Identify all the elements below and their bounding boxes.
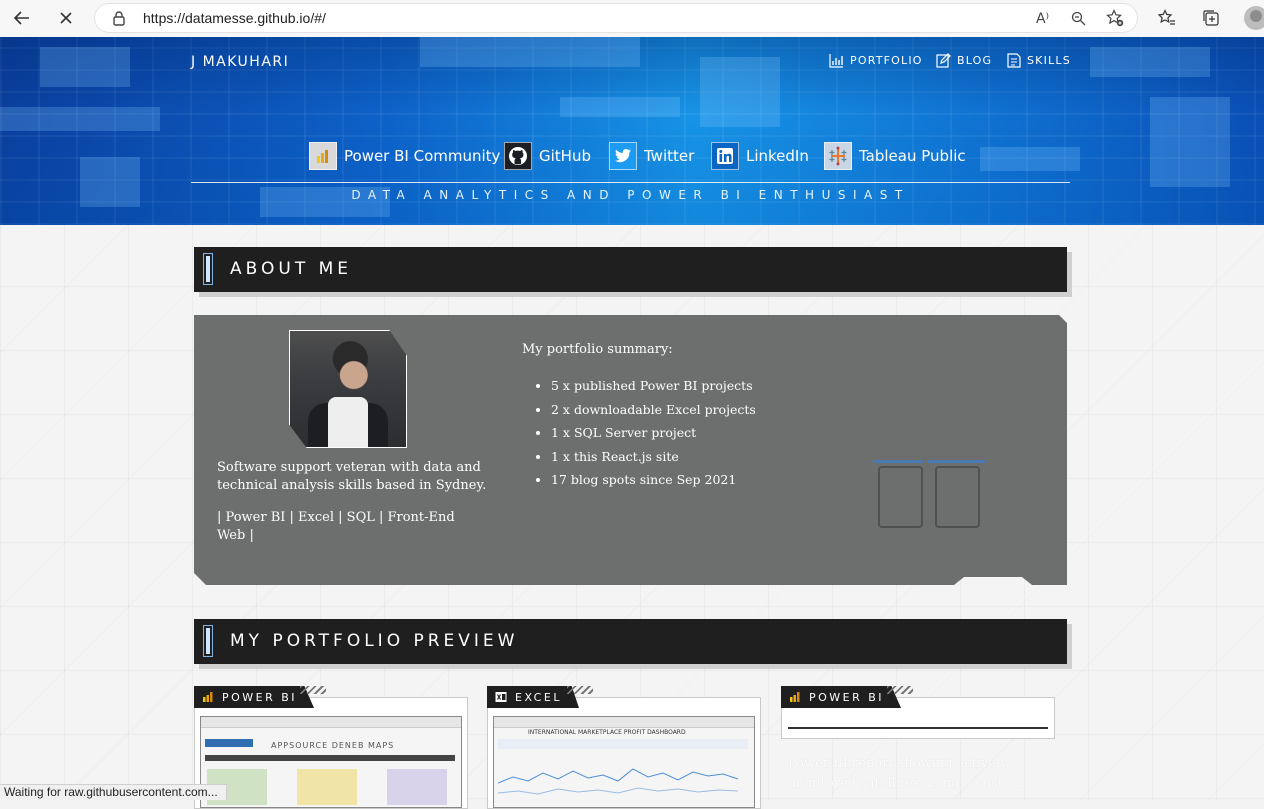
social-link-github[interactable]: GitHub	[504, 142, 591, 170]
chart-icon	[829, 54, 843, 68]
preview-title: INTERNATIONAL MARKETPLACE PROFIT DASHBOA…	[528, 729, 686, 736]
social-label: Power BI Community	[344, 147, 501, 165]
close-icon	[60, 12, 72, 24]
github-icon	[504, 142, 532, 170]
skills-text: | Power BI | Excel | SQL | Front-End Web…	[217, 510, 455, 543]
social-label: Twitter	[644, 147, 695, 165]
stop-loading-button[interactable]	[52, 4, 80, 32]
favorites-icon[interactable]	[1155, 6, 1179, 30]
summary-list: 5 x published Power BI projects 2 x down…	[522, 374, 756, 492]
social-label: GitHub	[539, 147, 591, 165]
zoom-icon[interactable]	[1071, 11, 1086, 26]
card-tag-excel: EXCEL	[487, 686, 579, 708]
profile-avatar[interactable]	[1244, 6, 1264, 30]
nav-blog[interactable]: BLOG	[936, 53, 992, 68]
powerbi-icon	[309, 142, 337, 170]
loading-decoration	[873, 460, 985, 528]
excel-icon	[495, 692, 507, 702]
summary-item: 2 x downloadable Excel projects	[551, 398, 756, 422]
summary-item: 1 x this React.js site	[551, 445, 756, 469]
powerbi-icon	[203, 692, 213, 702]
card-tag-label: EXCEL	[515, 690, 562, 704]
browser-toolbar: https://datamesse.github.io/#/ A⁾	[0, 0, 1264, 38]
lock-icon[interactable]	[112, 10, 126, 26]
back-arrow-icon	[13, 11, 29, 25]
social-link-twitter[interactable]: Twitter	[609, 142, 694, 170]
social-link-powerbi[interactable]: Power BI Community	[309, 142, 500, 170]
collections-icon[interactable]	[1199, 6, 1223, 30]
card-preview-image[interactable]: INTERNATIONAL MARKETPLACE PROFIT DASHBOA…	[493, 716, 755, 808]
card-tag-powerbi: POWER BI	[781, 686, 901, 708]
heading-accent-bar	[206, 628, 210, 654]
nav-portfolio-label: PORTFOLIO	[850, 54, 923, 67]
summary-item: 5 x published Power BI projects	[551, 374, 756, 398]
portfolio-heading: MY PORTFOLIO PREVIEW	[194, 619, 1067, 664]
hero-divider	[191, 182, 1070, 183]
about-heading-title: ABOUT ME	[230, 259, 353, 279]
hero-banner: J MAKUHARI PORTFOLIO BLOG SKILLS Power B…	[0, 37, 1264, 225]
document-icon	[1007, 53, 1021, 68]
tab-stripes	[300, 686, 326, 694]
edit-icon	[936, 53, 951, 68]
card-preview-image[interactable]: APPSOURCE DENEB MAPS	[200, 716, 462, 808]
preview-title: APPSOURCE DENEB MAPS	[271, 741, 395, 750]
tab-stripes	[887, 686, 913, 694]
tableau-icon	[824, 142, 852, 170]
tab-stripes	[567, 686, 593, 694]
twitter-icon	[609, 142, 637, 170]
summary-title: My portfolio summary:	[522, 342, 673, 357]
nav-skills-label: SKILLS	[1027, 54, 1071, 67]
social-link-tableau[interactable]: Tableau Public	[824, 142, 966, 170]
address-bar[interactable]: https://datamesse.github.io/#/ A⁾	[94, 3, 1138, 33]
social-link-linkedin[interactable]: LinkedIn	[711, 142, 809, 170]
nav-portfolio[interactable]: PORTFOLIO	[829, 53, 923, 68]
summary-item: 1 x SQL Server project	[551, 421, 756, 445]
favorite-add-icon[interactable]	[1106, 9, 1124, 27]
bio-text: Software support veteran with data and t…	[217, 460, 487, 493]
url-text[interactable]: https://datamesse.github.io/#/	[143, 10, 326, 26]
site-name[interactable]: J MAKUHARI	[191, 54, 289, 70]
card-tag-powerbi: POWER BI	[194, 686, 314, 708]
back-button[interactable]	[8, 4, 36, 32]
tagline: DATA ANALYTICS AND POWER BI ENTHUSIAST	[351, 188, 910, 202]
portfolio-heading-title: MY PORTFOLIO PREVIEW	[230, 631, 519, 651]
nav-blog-label: BLOG	[957, 54, 993, 67]
social-label: LinkedIn	[746, 147, 809, 165]
summary-item: 17 blog spots since Sep 2021	[551, 468, 756, 492]
browser-status-bar: Waiting for raw.githubusercontent.com...	[0, 784, 227, 800]
read-aloud-icon[interactable]: A⁾	[1036, 11, 1049, 27]
heading-accent-bar	[206, 256, 210, 282]
card-tag-label: POWER BI	[222, 690, 298, 704]
nav-skills[interactable]: SKILLS	[1007, 53, 1071, 68]
powerbi-icon	[790, 692, 800, 702]
card-description: Power BI report showing actively monitor…	[788, 756, 1024, 791]
profile-photo	[289, 330, 407, 448]
social-label: Tableau Public	[859, 147, 966, 165]
card-tag-label: POWER BI	[809, 690, 885, 704]
linkedin-icon	[711, 142, 739, 170]
about-heading: ABOUT ME	[194, 247, 1067, 292]
